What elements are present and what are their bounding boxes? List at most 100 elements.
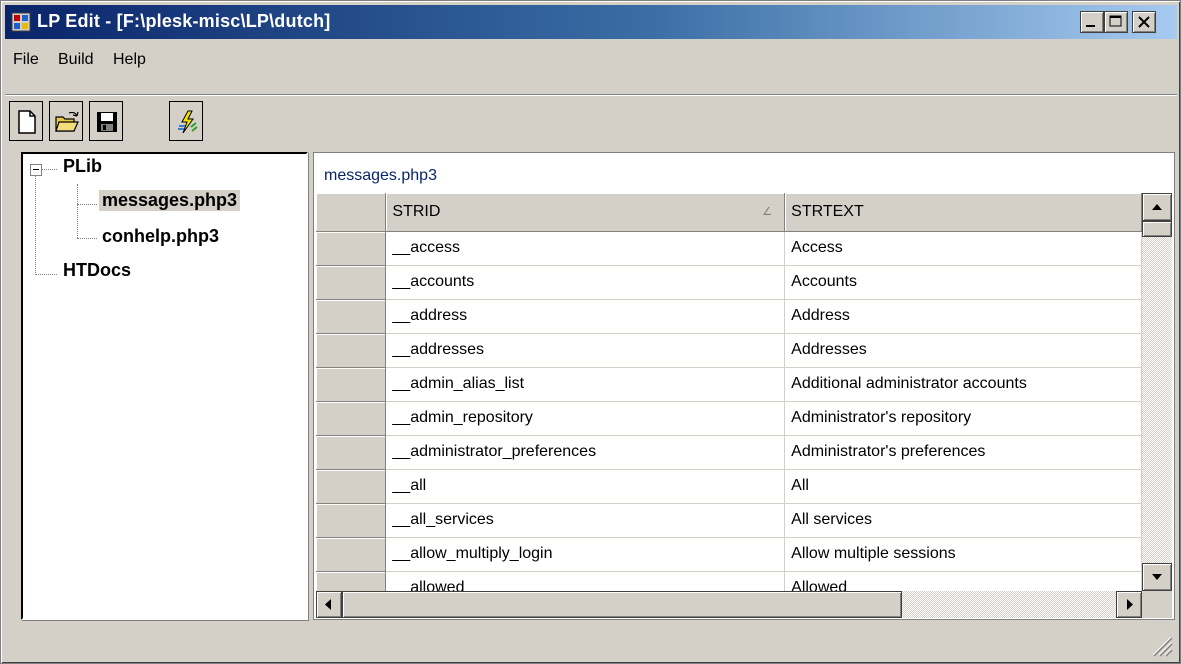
horizontal-scrollbar[interactable] [316,591,1142,618]
cell-strtext[interactable]: Accounts [784,265,1142,300]
table-row[interactable]: __admin_repository Administrator's reposi… [316,401,1142,436]
cell-strid[interactable]: __allow_multiply_login [385,537,786,572]
cell-strid[interactable]: __administrator_preferences [385,435,786,470]
row-header[interactable] [316,435,387,470]
strings-table: STRID ∠ STRTEXT __access Access __account… [316,193,1142,591]
table-row[interactable]: __address Address [316,299,1142,334]
cell-strtext[interactable]: Additional administrator accounts [784,367,1142,402]
cell-strid[interactable]: __access [385,231,786,266]
row-header[interactable] [316,231,387,266]
cell-strtext[interactable]: Allowed [784,571,1142,591]
row-header[interactable] [316,537,387,572]
app-icon[interactable] [11,12,31,32]
menu-help[interactable]: Help [113,51,146,69]
scroll-right-button[interactable] [1116,591,1142,618]
maximize-icon [1109,15,1122,27]
cell-strtext[interactable]: Administrator's preferences [784,435,1142,470]
row-header[interactable] [316,571,387,591]
table-row[interactable]: __all All [316,469,1142,504]
tree-node-htdocs[interactable]: HTDocs [63,260,131,281]
minimize-button[interactable] [1080,11,1104,33]
header-corner[interactable] [316,193,387,232]
maximize-button[interactable] [1104,11,1128,33]
table-row[interactable]: __administrator_preferences Administrator… [316,435,1142,470]
cell-strtext[interactable]: Administrator's repository [784,401,1142,436]
cell-strtext[interactable]: All services [784,503,1142,538]
column-header-label: STRID [392,202,441,220]
save-disk-icon [97,112,117,132]
cell-strtext[interactable]: Allow multiple sessions [784,537,1142,572]
arrow-right-icon [1127,599,1133,610]
arrow-left-icon [325,599,331,610]
sort-indicator-icon: ∠ [762,206,773,218]
row-header[interactable] [316,469,387,504]
menu-build[interactable]: Build [58,51,94,69]
scroll-down-button[interactable] [1142,563,1172,591]
menu-file[interactable]: File [13,51,39,69]
cell-strid[interactable]: __accounts [385,265,786,300]
table-row[interactable]: __addresses Addresses [316,333,1142,368]
build-lightning-icon [178,110,198,134]
tree-connector [77,184,78,238]
scroll-up-button[interactable] [1142,193,1172,221]
build-button[interactable] [169,101,203,141]
grid-header-row: STRID ∠ STRTEXT [316,193,1142,232]
minimize-icon [1086,25,1095,27]
cell-strid[interactable]: __all_services [385,503,786,538]
cell-strtext[interactable]: Addresses [784,333,1142,368]
table-row[interactable]: __admin_alias_list Additional administrat… [316,367,1142,402]
close-button[interactable] [1132,11,1156,33]
tree-node-messages[interactable]: messages.php3 [99,190,241,211]
row-header[interactable] [316,503,387,538]
table-row[interactable]: __allowed Allowed [316,571,1142,591]
vertical-scrollbar[interactable] [1142,193,1172,591]
table-row[interactable]: __all_services All services [316,503,1142,538]
tree-collapse-toggle[interactable] [30,164,42,176]
cell-strid[interactable]: __admin_repository [385,401,786,436]
title-bar[interactable]: LP Edit - [F:\plesk-misc\LP\dutch] [5,5,1177,39]
vertical-scroll-thumb[interactable] [1142,221,1172,237]
resize-grip-icon[interactable] [1149,633,1173,657]
tree-connector [77,204,97,205]
cell-strtext[interactable]: Access [784,231,1142,266]
row-header[interactable] [316,333,387,368]
scroll-left-button[interactable] [316,591,342,618]
tree-connector [77,238,97,239]
tree-node-conhelp[interactable]: conhelp.php3 [102,226,219,247]
app-window: LP Edit - [F:\plesk-misc\LP\dutch] File … [0,0,1181,664]
row-header[interactable] [316,299,387,334]
strings-grid[interactable]: STRID ∠ STRTEXT __access Access __account… [316,193,1142,591]
table-row[interactable]: __allow_multiply_login Allow multiple ses… [316,537,1142,572]
tree-connector [35,175,36,275]
arrow-down-icon [1152,574,1162,580]
scrollbar-corner [1142,591,1172,618]
column-header-strid[interactable]: STRID ∠ [385,193,786,232]
cell-strid[interactable]: __admin_alias_list [385,367,786,402]
tree-connector [35,274,57,275]
column-header-label: STRTEXT [791,202,864,220]
row-header[interactable] [316,401,387,436]
tree-node-plib[interactable]: PLib [63,156,102,177]
column-header-strtext[interactable]: STRTEXT [784,193,1142,232]
row-header[interactable] [316,367,387,402]
cell-strid[interactable]: __addresses [385,333,786,368]
grid-caption: messages.php3 [324,167,437,184]
open-button[interactable] [49,101,83,141]
table-row[interactable]: __accounts Accounts [316,265,1142,300]
cell-strid[interactable]: __address [385,299,786,334]
new-button[interactable] [9,101,43,141]
cell-strid[interactable]: __all [385,469,786,504]
open-folder-icon [55,111,79,132]
save-button[interactable] [89,101,123,141]
file-tree[interactable]: PLib messages.php3 conhelp.php3 HTDocs [21,152,308,620]
cell-strid[interactable]: __allowed [385,571,786,591]
cell-strtext[interactable]: Address [784,299,1142,334]
editor-panel: messages.php3 STRID ∠ STRTEXT __access A… [313,152,1175,620]
row-header[interactable] [316,265,387,300]
toolbar-separator [5,94,1177,96]
window-title: LP Edit - [F:\plesk-misc\LP\dutch] [37,11,331,31]
horizontal-scroll-thumb[interactable] [342,591,902,618]
cell-strtext[interactable]: All [784,469,1142,504]
table-row[interactable]: __access Access [316,231,1142,266]
new-file-icon [18,110,36,134]
